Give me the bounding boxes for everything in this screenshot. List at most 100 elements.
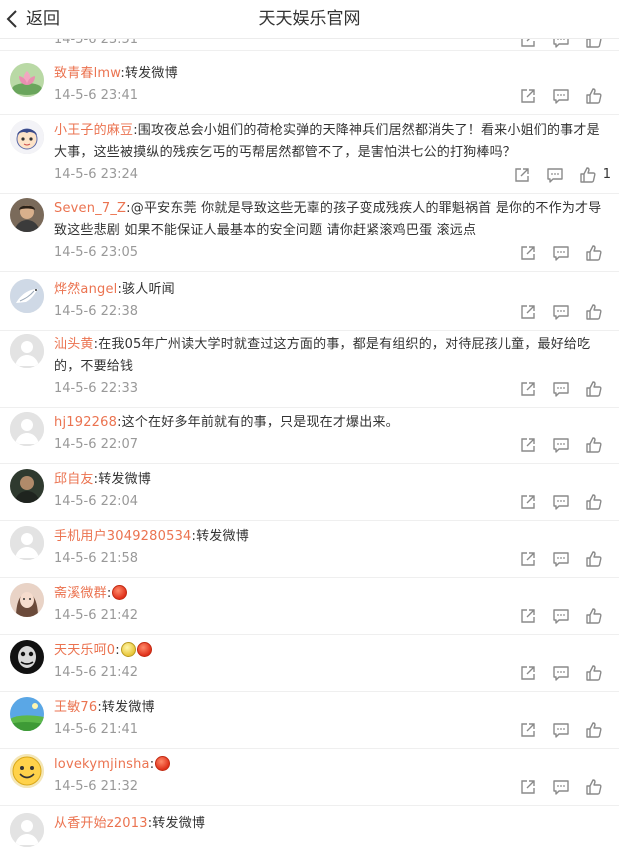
comment-text: hj192268:这个在好多年前就有的事，只是现在才爆出来。	[54, 412, 610, 434]
forward-button[interactable]	[519, 550, 537, 568]
comment-username[interactable]: 汕头黄	[54, 337, 94, 352]
comment-button[interactable]	[552, 436, 570, 454]
comment-button[interactable]	[552, 493, 570, 511]
avatar[interactable]	[10, 813, 44, 847]
forward-button[interactable]	[519, 87, 537, 105]
comment-actions	[504, 380, 611, 398]
like-button[interactable]	[585, 550, 603, 568]
like-button[interactable]	[585, 380, 603, 398]
avatar[interactable]	[10, 334, 44, 368]
comment-actions	[504, 303, 611, 321]
avatar[interactable]	[10, 469, 44, 503]
like-button[interactable]	[585, 436, 603, 454]
comment-time: 14-5-6 22:04	[54, 494, 139, 509]
divider	[0, 748, 619, 749]
avatar[interactable]	[10, 63, 44, 97]
forward-icon	[521, 246, 535, 260]
comment-time: 14-5-6 21:42	[54, 608, 139, 623]
comment-icon	[553, 438, 569, 453]
avatar[interactable]	[10, 412, 44, 446]
comment-text: 小王子的麻豆:围攻夜总会小姐们的荷枪实弹的天降神兵们居然都消失了！看来小姐们的事…	[54, 120, 610, 164]
divider	[0, 114, 619, 115]
forward-icon	[521, 382, 535, 396]
comment-body: :这个在好多年前就有的事，只是现在才爆出来。	[117, 415, 399, 430]
comment-username[interactable]: 手机用户3049280534	[54, 529, 192, 544]
comment-text: Seven_7_Z:@平安东莞 你就是导致这些无辜的孩子变成残疾人的罪魁祸首 是…	[54, 198, 610, 242]
comment-username[interactable]: 小王子的麻豆	[54, 123, 133, 138]
like-button[interactable]	[585, 303, 603, 321]
comment-username[interactable]: Seven_7_Z	[54, 201, 126, 216]
thumb-up-icon	[580, 167, 596, 183]
comment-username[interactable]: 致青春lmw	[54, 66, 120, 81]
comment-button[interactable]	[552, 303, 570, 321]
divider	[0, 50, 619, 51]
avatar[interactable]	[10, 583, 44, 617]
comment-icon	[553, 305, 569, 320]
comment-username[interactable]: 烨然angel	[54, 282, 117, 297]
avatar[interactable]	[10, 526, 44, 560]
comment-button[interactable]	[552, 664, 570, 682]
comment-icon	[547, 168, 563, 183]
like-button[interactable]	[585, 87, 603, 105]
forward-button[interactable]	[519, 436, 537, 454]
like-button[interactable]	[585, 664, 603, 682]
comment-time: 14-5-6 23:24	[54, 167, 139, 182]
comment-icon	[553, 382, 569, 397]
comment-username[interactable]: 邱自友	[54, 472, 94, 487]
comment-username[interactable]: 斋溪微群	[54, 586, 107, 601]
comment-button[interactable]	[552, 380, 570, 398]
like-button[interactable]	[585, 607, 603, 625]
comment-button[interactable]	[552, 607, 570, 625]
divider	[0, 577, 619, 578]
forward-button[interactable]	[519, 493, 537, 511]
like-button[interactable]	[585, 721, 603, 739]
comment-button[interactable]	[552, 244, 570, 262]
forward-icon	[521, 495, 535, 509]
comment-button[interactable]	[552, 550, 570, 568]
comment-username[interactable]: 天天乐呵0	[54, 643, 115, 658]
comment-text: 王敏76:转发微博	[54, 697, 610, 719]
red-face-emoji-icon	[136, 642, 152, 657]
like-button[interactable]	[585, 244, 603, 262]
forward-button[interactable]	[519, 607, 537, 625]
like-button[interactable]	[585, 493, 603, 511]
comment-actions	[504, 87, 611, 105]
avatar[interactable]	[10, 198, 44, 232]
forward-button[interactable]	[519, 303, 537, 321]
forward-button[interactable]	[519, 380, 537, 398]
comment-button[interactable]	[546, 166, 564, 184]
like-count: 1	[602, 167, 611, 182]
forward-button[interactable]	[519, 244, 537, 262]
comment-button[interactable]	[552, 778, 570, 796]
forward-button[interactable]	[519, 721, 537, 739]
like-button[interactable]	[585, 778, 603, 796]
comment-body: :转发微博	[191, 529, 249, 544]
avatar[interactable]	[10, 120, 44, 154]
comment-time: 14-5-6 21:32	[54, 779, 139, 794]
comment-actions	[504, 778, 611, 796]
thumb-up-icon	[586, 551, 602, 567]
thumb-up-icon	[586, 722, 602, 738]
comment-button[interactable]	[552, 87, 570, 105]
like-button[interactable]	[579, 166, 597, 184]
divider	[0, 271, 619, 272]
forward-button[interactable]	[519, 778, 537, 796]
top-bar: 返回 天天娱乐官网	[0, 0, 619, 39]
comment-body: :在我05年广州读大学时就查过这方面的事，都是有组织的，对待屁孩儿童，最好给吃的…	[54, 337, 591, 374]
comment-username[interactable]: 王敏76	[54, 700, 97, 715]
comment-username[interactable]: lovekymjinsha	[54, 757, 150, 772]
avatar[interactable]	[10, 640, 44, 674]
comment-username[interactable]: 从香开始z2013	[54, 816, 148, 831]
forward-button[interactable]	[519, 664, 537, 682]
avatar[interactable]	[10, 754, 44, 788]
comment-username[interactable]: hj192268	[54, 415, 117, 430]
comment-actions	[504, 721, 611, 739]
forward-button[interactable]	[513, 166, 531, 184]
comment-button[interactable]	[552, 721, 570, 739]
divider	[0, 193, 619, 194]
comment-text: 致青春lmw:转发微博	[54, 63, 610, 85]
comment-icon	[553, 495, 569, 510]
divider	[0, 805, 619, 806]
avatar[interactable]	[10, 697, 44, 731]
avatar[interactable]	[10, 279, 44, 313]
